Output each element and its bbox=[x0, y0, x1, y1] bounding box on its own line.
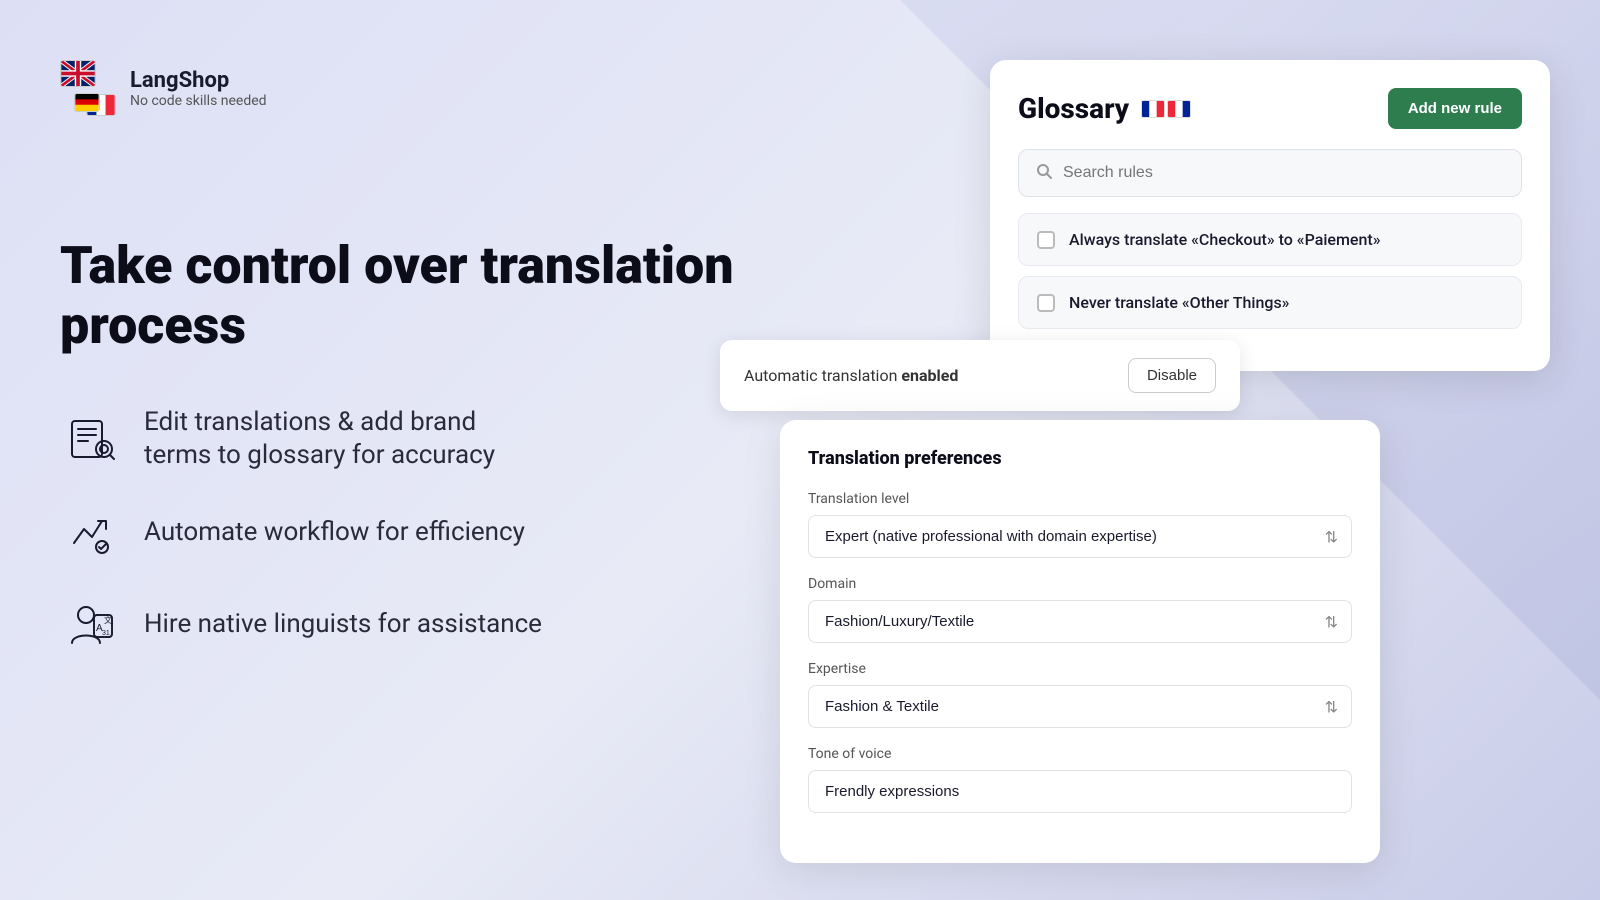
domain-select[interactable]: Fashion/Luxury/Textile Technology Medica… bbox=[808, 600, 1352, 643]
rule-text-1: Always translate «Checkout» to «Paiement… bbox=[1069, 230, 1380, 249]
pref-field-expertise: Expertise Fashion & Textile Luxury Goods… bbox=[808, 661, 1352, 728]
glossary-card: Glossary bbox=[990, 60, 1550, 371]
rule-item-1: Always translate «Checkout» to «Paiement… bbox=[1018, 213, 1522, 266]
feature-item-1: Edit translations & add brandterms to gl… bbox=[60, 406, 740, 474]
feature-item-3: A 文 31 Hire native linguists for assista… bbox=[60, 593, 740, 657]
feature-text-3: Hire native linguists for assistance bbox=[144, 608, 542, 642]
feature-item-2: Automate workflow for efficiency bbox=[60, 501, 740, 565]
add-new-rule-button[interactable]: Add new rule bbox=[1388, 88, 1522, 129]
rule-item-2: Never translate «Other Things» bbox=[1018, 276, 1522, 329]
left-panel: LangShop No code skills needed Take cont… bbox=[60, 0, 740, 900]
flag-mini-fr bbox=[1141, 100, 1165, 118]
logo-text-block: LangShop No code skills needed bbox=[130, 68, 267, 109]
glossary-icon bbox=[60, 407, 124, 471]
prefs-title: Translation preferences bbox=[808, 448, 1352, 469]
tone-input[interactable] bbox=[808, 770, 1352, 813]
feature-text-1: Edit translations & add brandterms to gl… bbox=[144, 406, 495, 474]
feature-list: Edit translations & add brandterms to gl… bbox=[60, 406, 740, 658]
flag-mini-fr2 bbox=[1167, 100, 1191, 118]
rule-checkbox-2[interactable] bbox=[1037, 294, 1055, 312]
pref-field-translation-level: Translation level Expert (native profess… bbox=[808, 491, 1352, 558]
pref-label-expertise: Expertise bbox=[808, 661, 1352, 677]
flag-uk bbox=[60, 60, 96, 87]
translation-level-select[interactable]: Expert (native professional with domain … bbox=[808, 515, 1352, 558]
search-icon bbox=[1035, 162, 1053, 184]
flag-de bbox=[74, 93, 100, 112]
pref-field-tone: Tone of voice bbox=[808, 746, 1352, 813]
pref-select-wrapper-level: Expert (native professional with domain … bbox=[808, 515, 1352, 558]
search-input[interactable] bbox=[1063, 164, 1505, 182]
pref-select-wrapper-expertise: Fashion & Textile Luxury Goods General ⇅ bbox=[808, 685, 1352, 728]
logo-tagline: No code skills needed bbox=[130, 93, 267, 109]
auto-translation-bar: Automatic translation enabled Disable bbox=[720, 340, 1240, 411]
pref-label-translation-level: Translation level bbox=[808, 491, 1352, 507]
hero-title: Take control over translation process bbox=[60, 236, 740, 356]
logo-name: LangShop bbox=[130, 68, 267, 93]
pref-label-domain: Domain bbox=[808, 576, 1352, 592]
glossary-header: Glossary bbox=[1018, 88, 1522, 129]
logo-row: LangShop No code skills needed bbox=[60, 60, 740, 116]
language-flags bbox=[1141, 100, 1191, 118]
glossary-title: Glossary bbox=[1018, 92, 1129, 125]
pref-select-wrapper-domain: Fashion/Luxury/Textile Technology Medica… bbox=[808, 600, 1352, 643]
rule-text-2: Never translate «Other Things» bbox=[1069, 293, 1289, 312]
disable-button[interactable]: Disable bbox=[1128, 358, 1216, 393]
logo-flags bbox=[60, 60, 116, 116]
right-panel: Glossary bbox=[700, 0, 1600, 900]
linguist-icon: A 文 31 bbox=[60, 593, 124, 657]
search-bar[interactable] bbox=[1018, 149, 1522, 197]
prefs-card: Translation preferences Translation leve… bbox=[780, 420, 1380, 863]
feature-text-2: Automate workflow for efficiency bbox=[144, 516, 525, 550]
expertise-select[interactable]: Fashion & Textile Luxury Goods General bbox=[808, 685, 1352, 728]
pref-field-domain: Domain Fashion/Luxury/Textile Technology… bbox=[808, 576, 1352, 643]
pref-label-tone: Tone of voice bbox=[808, 746, 1352, 762]
workflow-icon bbox=[60, 501, 124, 565]
rule-checkbox-1[interactable] bbox=[1037, 231, 1055, 249]
auto-translation-status: Automatic translation enabled bbox=[744, 366, 958, 385]
glossary-title-row: Glossary bbox=[1018, 92, 1191, 125]
svg-text:31: 31 bbox=[102, 630, 110, 637]
